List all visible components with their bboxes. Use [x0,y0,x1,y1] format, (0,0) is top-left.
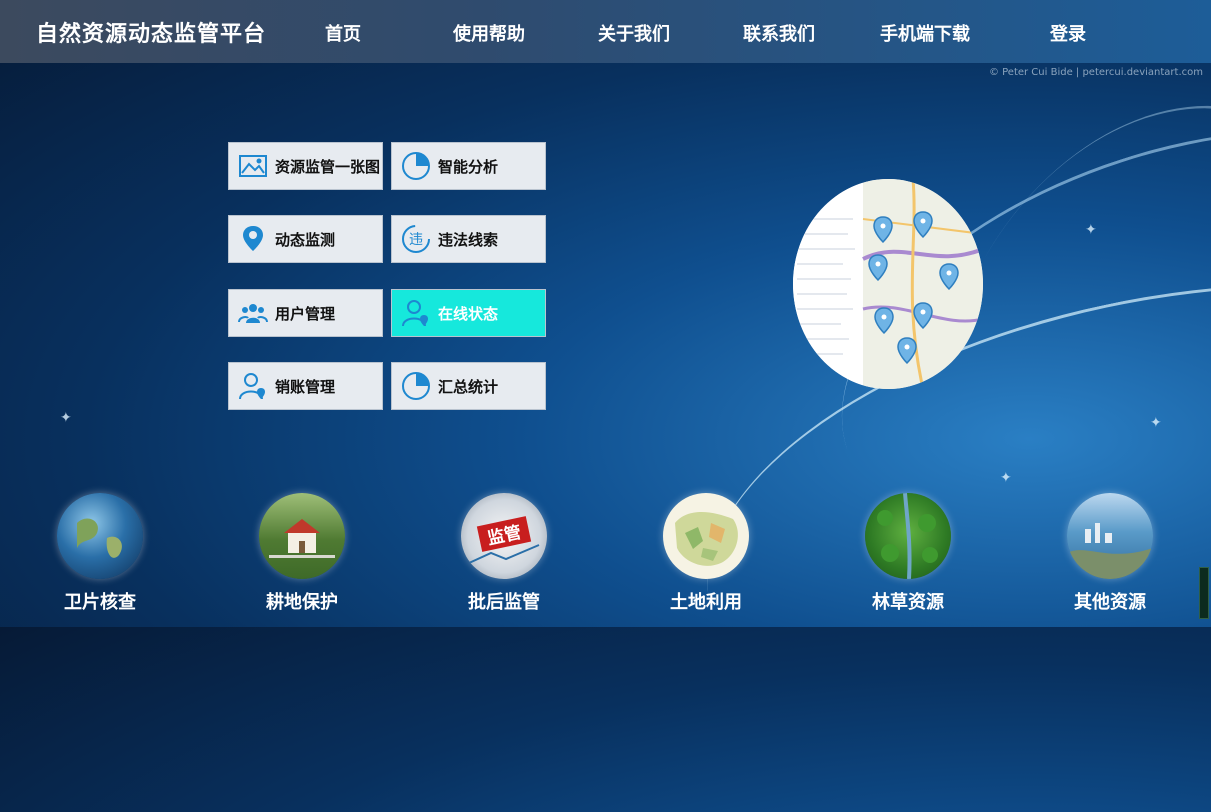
map-preview[interactable] [793,179,983,389]
nav-home[interactable]: 首页 [325,20,361,46]
tile-label: 违法线索 [438,230,499,249]
category-label: 林草资源 [872,592,944,613]
tile-label: 汇总统计 [438,377,499,396]
user-location-icon [402,300,428,327]
globe-image [57,493,143,579]
coastal-city-image [1067,493,1153,579]
tile-dynamic-monitoring[interactable]: 动态监测 [228,215,383,263]
nav-login[interactable]: 登录 [1050,20,1086,46]
tile-user-management[interactable]: 用户管理 [228,289,383,337]
map-image-icon [239,155,267,177]
category-farmland-protection[interactable]: 耕地保护 [247,493,357,614]
tile-resource-map[interactable]: 资源监管一张图 [228,142,383,190]
category-label: 其他资源 [1074,592,1146,613]
scrollbar[interactable] [1199,567,1209,619]
sparkle-icon: ✦ [60,410,72,426]
tile-online-status[interactable]: 在线状态 [391,289,546,337]
location-pin-icon [243,226,263,251]
land-use-map-image [663,493,749,579]
tile-label: 资源监管一张图 [275,157,381,176]
pie-chart-icon [402,372,430,400]
nav-about[interactable]: 关于我们 [598,20,670,46]
tile-label: 智能分析 [438,157,499,176]
category-label: 批后监管 [468,592,540,613]
category-label: 耕地保护 [266,592,338,613]
category-forest-grass[interactable]: 林草资源 [853,493,963,614]
tile-violation-clues[interactable]: 违 违法线索 [391,215,546,263]
tile-label: 用户管理 [275,304,336,323]
sparkle-icon: ✦ [1150,415,1162,431]
tile-summary-statistics[interactable]: 汇总统计 [391,362,546,410]
forest-image [865,493,951,579]
nav-contact[interactable]: 联系我们 [743,20,815,46]
sparkle-icon: ✦ [1085,222,1097,238]
category-other-resources[interactable]: 其他资源 [1055,493,1165,614]
tile-writeoff-management[interactable]: 销账管理 [228,362,383,410]
tile-label: 销账管理 [275,377,336,396]
category-label: 土地利用 [670,592,742,613]
farmhouse-image [259,493,345,579]
magnifier-stamp-image: 监管 [461,493,547,579]
tile-smart-analysis[interactable]: 智能分析 [391,142,546,190]
pie-chart-icon [402,152,430,180]
user-location-icon [239,373,265,400]
image-credit: © Peter Cui Bide | petercui.deviantart.c… [988,67,1203,78]
category-label: 卫片核查 [64,592,136,613]
app-title: 自然资源动态监管平台 [36,22,267,47]
nav-mobile-download[interactable]: 手机端下载 [880,20,970,46]
category-satellite-check[interactable]: 卫片核查 [45,493,155,614]
users-icon [238,304,268,323]
map-thumbnail [793,179,983,389]
violation-icon: 违 [402,225,430,253]
tile-label: 在线状态 [438,304,499,323]
top-header: 自然资源动态监管平台 首页 使用帮助 关于我们 联系我们 手机端下载 登录 [0,0,1211,63]
tile-label: 动态监测 [275,230,336,249]
nav-help[interactable]: 使用帮助 [453,20,525,46]
svg-text:违: 违 [409,232,423,248]
sparkle-icon: ✦ [1000,470,1012,486]
category-post-approval-supervision[interactable]: 监管 批后监管 [449,493,559,614]
category-land-use[interactable]: 土地利用 [651,493,761,614]
